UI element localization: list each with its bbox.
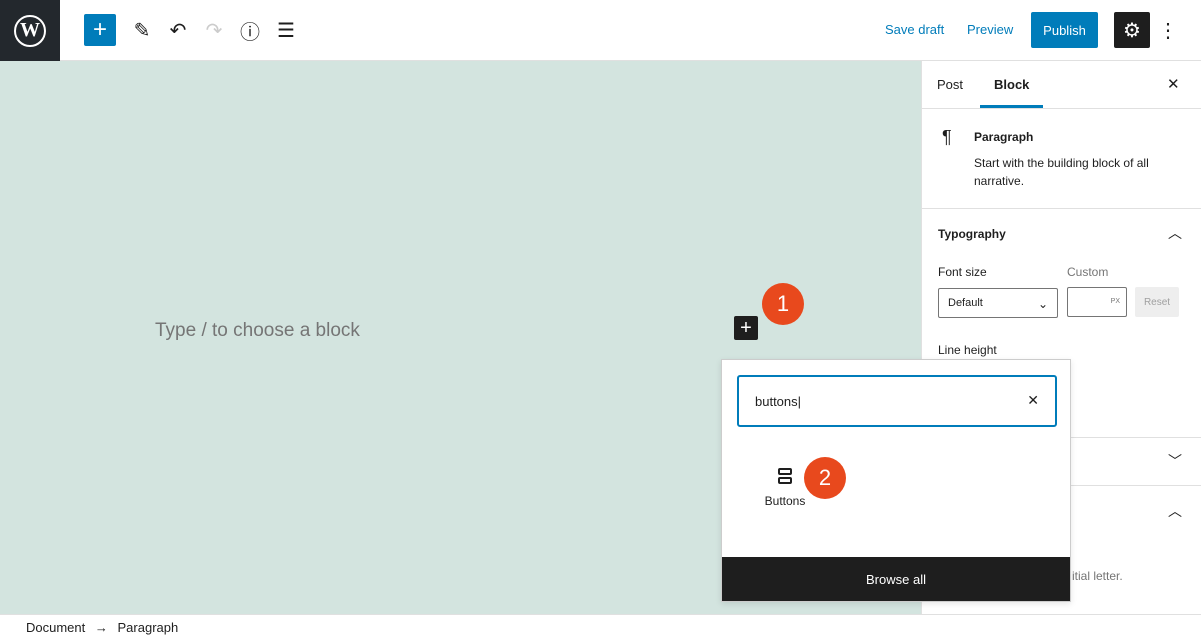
custom-label: Custom	[1067, 265, 1109, 279]
block-description: Start with the building block of all nar…	[974, 156, 1149, 188]
paragraph-icon: ¶	[942, 127, 952, 147]
wordpress-logo[interactable]: W	[0, 0, 60, 61]
chevron-up-icon[interactable]: ︿	[1168, 223, 1182, 243]
block-placeholder[interactable]: Type / to choose a block	[155, 320, 360, 342]
browse-all-button[interactable]: Browse all	[722, 557, 1070, 601]
preview-button[interactable]: Preview	[967, 22, 1013, 37]
tab-block[interactable]: Block	[994, 77, 1029, 92]
partial-help-text: itial letter.	[1072, 569, 1123, 583]
reset-button[interactable]: Reset	[1135, 287, 1179, 317]
step-badge-1: 1	[762, 283, 804, 325]
buttons-block-label: Buttons	[764, 494, 806, 508]
font-size-label: Font size	[938, 265, 987, 279]
save-draft-button[interactable]: Save draft	[885, 22, 944, 37]
top-toolbar: W + ✎ ↶ ↷ ⓘ ☰ Save draft Preview Publish…	[0, 0, 1201, 61]
settings-gear-icon[interactable]: ⚙	[1114, 12, 1150, 48]
tab-post[interactable]: Post	[937, 77, 963, 92]
list-view-icon[interactable]: ☰	[270, 14, 302, 46]
block-name: Paragraph	[974, 130, 1034, 144]
close-icon[interactable]: ✕	[1167, 75, 1180, 93]
search-value: buttons	[755, 394, 798, 409]
step-badge-2: 2	[804, 457, 846, 499]
line-height-label: Line height	[938, 343, 997, 357]
block-search-input[interactable]: buttons| ✕	[737, 375, 1057, 427]
clear-search-icon[interactable]: ✕	[1027, 392, 1039, 409]
undo-icon[interactable]: ↶	[162, 14, 194, 46]
font-size-select[interactable]: Default ⌄	[938, 288, 1058, 318]
chevron-down-icon: ⌄	[1037, 297, 1048, 311]
breadcrumb-document[interactable]: Document	[26, 620, 85, 635]
buttons-block-result[interactable]: Buttons	[762, 468, 808, 508]
wordpress-icon: W	[14, 14, 46, 47]
font-size-value: Default	[948, 297, 983, 309]
add-block-button[interactable]: +	[84, 14, 116, 46]
typography-heading[interactable]: Typography	[938, 227, 1006, 241]
publish-button[interactable]: Publish	[1031, 12, 1098, 48]
block-inserter-popover: buttons| ✕ Buttons 2 Browse all	[721, 359, 1071, 602]
redo-icon[interactable]: ↷	[198, 14, 230, 46]
edit-tool-icon[interactable]: ✎	[126, 14, 158, 46]
chevron-up-icon[interactable]: ︿	[1168, 501, 1182, 521]
inline-add-block-button[interactable]: +	[734, 316, 758, 340]
custom-size-input[interactable]: PX	[1067, 287, 1127, 317]
more-options-icon[interactable]: ⋮	[1152, 14, 1184, 46]
chevron-down-icon[interactable]: ﹀	[1168, 451, 1182, 471]
breadcrumb: Document → Paragraph	[0, 614, 1201, 638]
breadcrumb-separator: →	[94, 620, 108, 635]
buttons-block-icon	[778, 468, 792, 484]
info-icon[interactable]: ⓘ	[234, 14, 266, 46]
breadcrumb-paragraph[interactable]: Paragraph	[118, 620, 179, 635]
